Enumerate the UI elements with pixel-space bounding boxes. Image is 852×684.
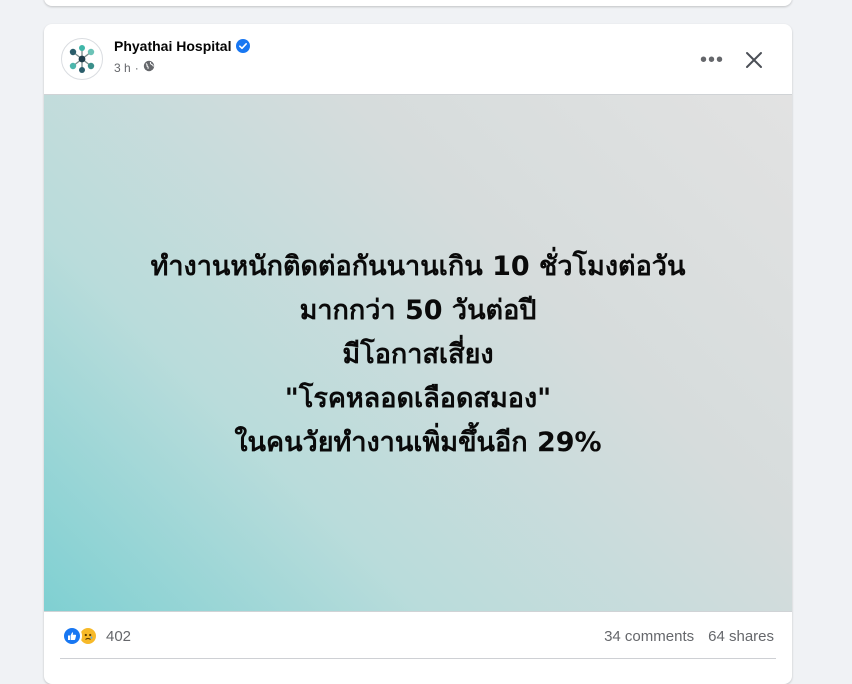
footer-divider	[60, 658, 776, 659]
page-avatar[interactable]	[61, 38, 103, 80]
reactions-summary[interactable]: 402	[62, 626, 131, 646]
image-text-line-2: มากกว่า 50 วันต่อปี	[299, 295, 537, 326]
meta-separator: ·	[134, 60, 139, 75]
shares-count[interactable]: 64 shares	[708, 628, 774, 645]
close-icon	[746, 52, 762, 68]
image-text-line-4: "โรคหลอดเลือดสมอง"	[284, 383, 552, 414]
page-name[interactable]: Phyathai Hospital	[114, 38, 231, 54]
like-icon	[62, 626, 82, 646]
globe-icon[interactable]	[143, 60, 155, 75]
previous-post-card	[44, 0, 792, 6]
image-text-line-1: ทำงานหนักติดต่อกันนานเกิน 10 ชั่วโมงต่อว…	[150, 251, 686, 282]
post-time[interactable]: 3 h	[114, 61, 131, 75]
verified-badge-icon	[236, 39, 251, 53]
close-post-button[interactable]	[736, 42, 772, 78]
image-text-block: ทำงานหนักติดต่อกันนานเกิน 10 ชั่วโมงต่อว…	[44, 245, 792, 465]
hospital-logo-icon	[69, 45, 95, 73]
more-options-button[interactable]: •••	[694, 42, 730, 78]
post-header: Phyathai Hospital 3 h · •••	[44, 24, 792, 94]
post-meta: 3 h ·	[114, 60, 155, 75]
post-card: Phyathai Hospital 3 h · ••• ทำงานหนักติด…	[44, 24, 792, 684]
comments-count[interactable]: 34 comments	[604, 628, 694, 645]
engagement-counts: 34 comments 64 shares	[604, 628, 774, 645]
post-image[interactable]: ทำงานหนักติดต่อกันนานเกิน 10 ชั่วโมงต่อว…	[44, 94, 792, 612]
page-name-row: Phyathai Hospital	[114, 38, 251, 54]
post-footer: 402 34 comments 64 shares	[44, 612, 792, 660]
reaction-count: 402	[106, 627, 132, 645]
image-text-line-5: ในคนวัยทำงานเพิ่มขึ้นอีก 29%	[234, 427, 602, 458]
image-text-line-3: มีโอกาสเสี่ยง	[342, 339, 494, 370]
more-options-icon: •••	[699, 48, 724, 71]
